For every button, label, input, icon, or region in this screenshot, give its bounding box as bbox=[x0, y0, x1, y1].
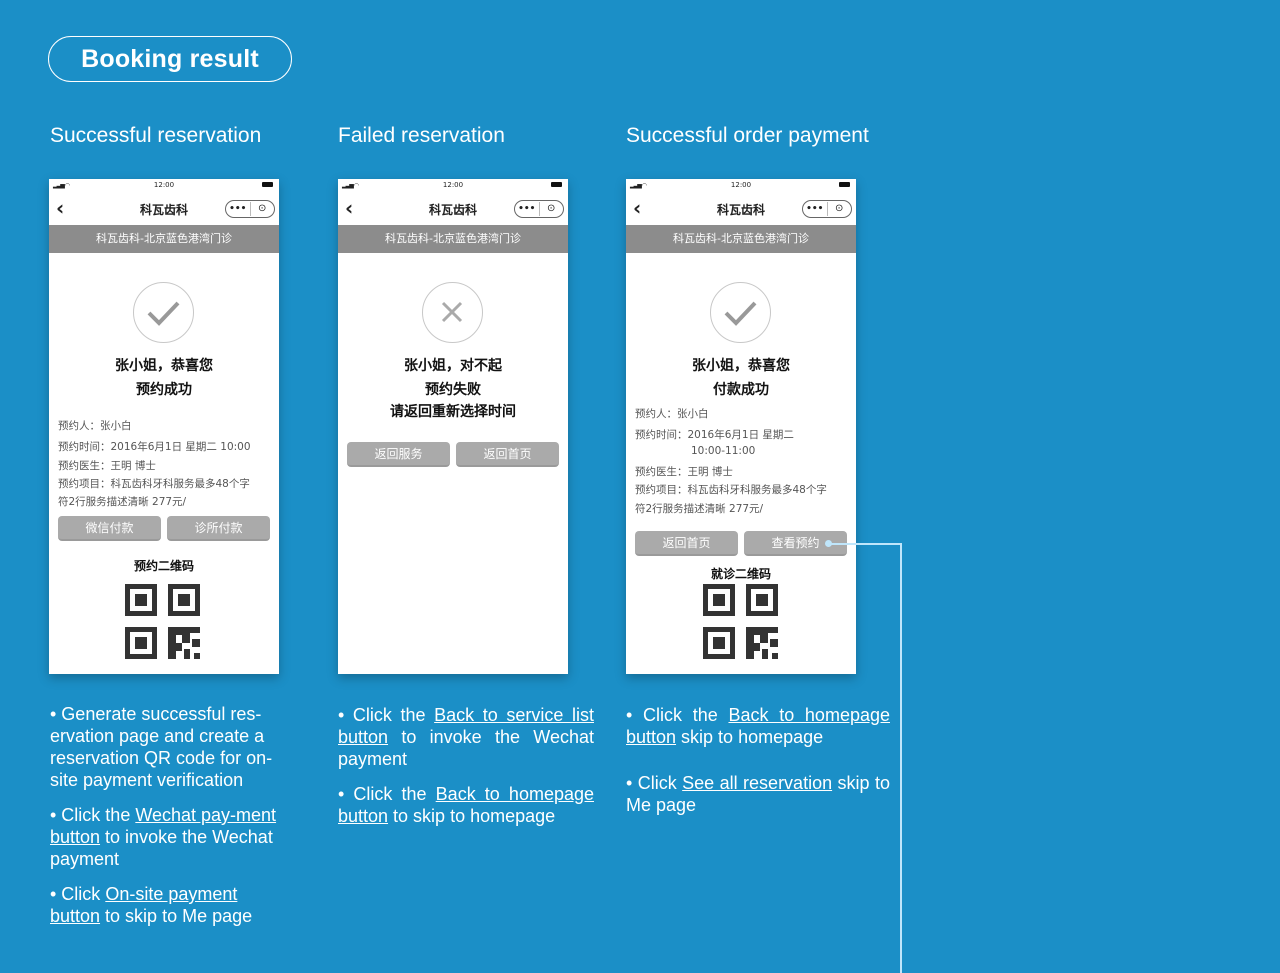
note-part: • Click the bbox=[338, 705, 435, 725]
detail-line: 符2行服务描述清晰 277元/ bbox=[635, 503, 764, 515]
status-time: 12:00 bbox=[730, 181, 752, 189]
mini-program-capsule[interactable]: ••• ⊙ bbox=[514, 200, 564, 218]
note-part: to skip to Me page bbox=[100, 906, 253, 926]
more-icon[interactable]: ••• bbox=[226, 202, 251, 216]
note-part: • Click the bbox=[338, 784, 436, 804]
detail-line: 符2行服务描述清晰 277元/ bbox=[58, 496, 187, 508]
note-part: • Click bbox=[50, 884, 106, 904]
phone-successful-payment: ▂▃▅ ◠ 12:00 ‹ 科瓦齿科 ••• ⊙ 科瓦齿科-北京蓝色港湾门诊 张… bbox=[626, 179, 856, 674]
detail-line: 预约项目：科瓦齿科牙科服务最多48个字 bbox=[635, 484, 827, 496]
note-link[interactable]: See all reservation bbox=[682, 773, 832, 793]
battery-icon bbox=[839, 182, 850, 187]
note-part: to skip to homepage bbox=[388, 806, 556, 826]
back-to-homepage-button[interactable]: 返回首页 bbox=[456, 442, 559, 467]
success-check-icon bbox=[710, 282, 771, 343]
callout-line-vertical bbox=[900, 543, 902, 973]
status-bar: ▂▃▅ ◠ 12:00 bbox=[49, 179, 279, 193]
callout-line-horizontal bbox=[830, 543, 902, 545]
clinic-banner: 科瓦齿科-北京蓝色港湾门诊 bbox=[626, 225, 856, 253]
note-text: • Click See all reservation skip to Me p… bbox=[626, 772, 890, 816]
detail-line: 预约时间：2016年6月1日 星期二 bbox=[635, 429, 794, 441]
notes-successful-reservation: • Generate successful res-ervation page … bbox=[50, 703, 282, 940]
note-part: skip to homepage bbox=[676, 727, 824, 747]
mini-program-capsule[interactable]: ••• ⊙ bbox=[802, 200, 852, 218]
wechat-payment-button[interactable]: 微信付款 bbox=[58, 516, 161, 541]
nav-bar: ‹ 科瓦齿科 ••• ⊙ bbox=[338, 193, 568, 225]
failure-cross-icon bbox=[422, 282, 483, 343]
clinic-payment-button[interactable]: 诊所付款 bbox=[167, 516, 270, 541]
detail-line: 预约医生：王明 博士 bbox=[635, 466, 733, 478]
greeting-text: 张小姐，对不起 bbox=[404, 358, 502, 374]
qr-code bbox=[703, 584, 778, 659]
back-to-service-button[interactable]: 返回服务 bbox=[347, 442, 450, 467]
column-title-successful-reservation: Successful reservation bbox=[50, 124, 262, 147]
note-text: • Click the Back to homepage button to s… bbox=[338, 783, 594, 827]
battery-icon bbox=[551, 182, 562, 187]
close-target-icon[interactable]: ⊙ bbox=[828, 202, 852, 216]
battery-icon bbox=[262, 182, 273, 187]
greeting-text: 张小姐，恭喜您 bbox=[692, 358, 790, 374]
result-text: 预约成功 bbox=[136, 382, 192, 398]
result-text: 付款成功 bbox=[713, 382, 769, 398]
qr-title: 预约二维码 bbox=[133, 559, 194, 573]
note-text: • Click the Back to service list button … bbox=[338, 704, 594, 770]
nav-bar: ‹ 科瓦齿科 ••• ⊙ bbox=[626, 193, 856, 225]
note-text: • Generate successful res-ervation page … bbox=[50, 703, 282, 791]
page-title: Booking result bbox=[48, 36, 292, 82]
note-part: • Generate successful res-ervation page … bbox=[50, 704, 273, 790]
detail-line: 预约人：张小白 bbox=[58, 420, 132, 432]
notes-failed-reservation: • Click the Back to service list button … bbox=[338, 704, 594, 840]
column-title-successful-payment: Successful order payment bbox=[626, 124, 869, 147]
success-check-icon bbox=[133, 282, 194, 343]
detail-line: 预约人：张小白 bbox=[635, 408, 709, 420]
detail-line: 预约项目：科瓦齿科牙科服务最多48个字 bbox=[58, 478, 250, 490]
status-time: 12:00 bbox=[153, 181, 175, 189]
note-text: • Click the Back to homepage button skip… bbox=[626, 704, 890, 748]
detail-line: 预约时间：2016年6月1日 星期二 10:00 bbox=[58, 441, 251, 453]
column-title-failed-reservation: Failed reservation bbox=[338, 124, 505, 147]
notes-successful-payment: • Click the Back to homepage button skip… bbox=[626, 704, 890, 829]
detail-line: 10:00-11:00 bbox=[691, 445, 756, 457]
nav-bar: ‹ 科瓦齿科 ••• ⊙ bbox=[49, 193, 279, 225]
clinic-banner: 科瓦齿科-北京蓝色港湾门诊 bbox=[338, 225, 568, 253]
close-target-icon[interactable]: ⊙ bbox=[251, 202, 275, 216]
greeting-text: 张小姐，恭喜您 bbox=[115, 358, 213, 374]
note-text: • Click the Wechat pay-ment button to in… bbox=[50, 804, 282, 870]
more-icon[interactable]: ••• bbox=[515, 202, 540, 216]
mini-program-capsule[interactable]: ••• ⊙ bbox=[225, 200, 275, 218]
phone-successful-reservation: ▂▃▅ ◠ 12:00 ‹ 科瓦齿科 ••• ⊙ 科瓦齿科-北京蓝色港湾门诊 张… bbox=[49, 179, 279, 674]
qr-code bbox=[125, 584, 200, 659]
back-to-homepage-button[interactable]: 返回首页 bbox=[635, 531, 738, 556]
note-text: • Click On-site payment button to skip t… bbox=[50, 883, 282, 927]
clinic-banner: 科瓦齿科-北京蓝色港湾门诊 bbox=[49, 225, 279, 253]
more-icon[interactable]: ••• bbox=[803, 202, 828, 216]
status-bar: ▂▃▅ ◠ 12:00 bbox=[338, 179, 568, 193]
result-text: 预约失败 bbox=[425, 382, 481, 398]
detail-line: 预约医生：王明 博士 bbox=[58, 460, 156, 472]
note-part: • Click the bbox=[50, 805, 136, 825]
status-time: 12:00 bbox=[442, 181, 464, 189]
note-part: • Click bbox=[626, 773, 683, 793]
note-part: • Click the bbox=[626, 705, 729, 725]
status-bar: ▂▃▅ ◠ 12:00 bbox=[626, 179, 856, 193]
result-hint-text: 请返回重新选择时间 bbox=[390, 404, 516, 420]
close-target-icon[interactable]: ⊙ bbox=[540, 202, 564, 216]
qr-title: 就诊二维码 bbox=[710, 567, 771, 581]
phone-failed-reservation: ▂▃▅ ◠ 12:00 ‹ 科瓦齿科 ••• ⊙ 科瓦齿科-北京蓝色港湾门诊 张… bbox=[338, 179, 568, 674]
